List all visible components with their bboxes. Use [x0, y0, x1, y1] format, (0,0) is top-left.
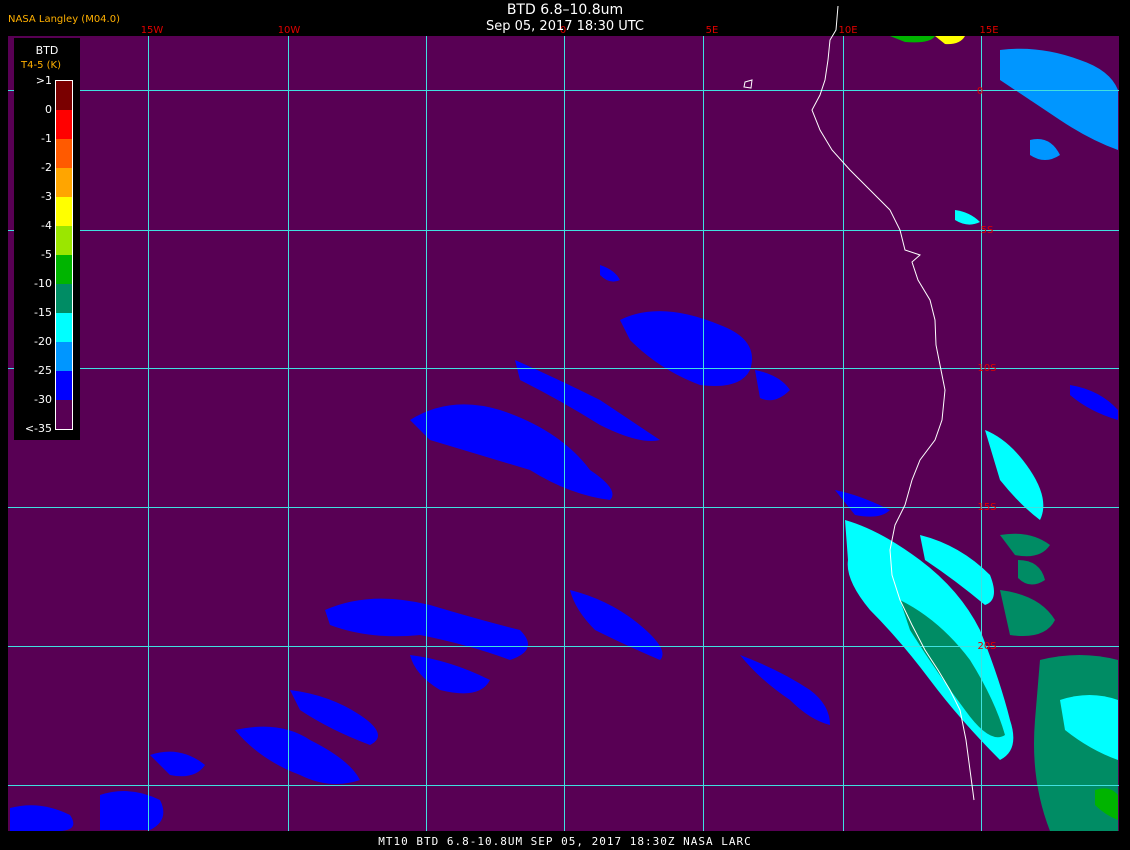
legend-tick-label: -15	[34, 306, 52, 319]
lat-label-15s: 15S	[977, 502, 996, 513]
image-datetime: Sep 05, 2017 18:30 UTC	[485, 19, 645, 34]
lat-label-0: 0	[977, 86, 983, 97]
map-background	[8, 36, 1119, 831]
legend-tick-label: <-35	[24, 422, 52, 435]
legend-tick-label: -5	[41, 248, 52, 261]
legend-tick-label: -10	[34, 277, 52, 290]
satellite-map: 15W 10W 0 5E 10E 15E 0 5S 10S 15S 20S	[8, 5, 1119, 831]
lat-label-10s: 10S	[977, 363, 996, 374]
legend-unit: T4-5 (K)	[21, 60, 61, 71]
legend-tick-label: -30	[34, 393, 52, 406]
legend-tick-label: 0	[45, 103, 52, 116]
lat-label-20s: 20S	[977, 641, 996, 652]
legend-tick-label: -25	[34, 364, 52, 377]
lat-label-5s: 5S	[981, 225, 994, 236]
legend-tick-label: -4	[41, 219, 52, 232]
legend-tick-label: -3	[41, 190, 52, 203]
footer-caption: MT10 BTD 6.8-10.8UM SEP 05, 2017 18:30Z …	[378, 835, 752, 848]
legend-tick-label: -20	[34, 335, 52, 348]
color-legend: BTD T4-5 (K) >1 0 -1 -2 -3 -4 -5 -10 -15 -20 -25 -3…	[14, 38, 80, 440]
legend-tick-label: -2	[41, 161, 52, 174]
legend-title: BTD	[35, 44, 59, 57]
legend-frame	[55, 80, 73, 430]
legend-tick-label: -1	[41, 132, 52, 145]
legend-tick-label: >1	[35, 74, 52, 87]
image-title: BTD 6.8–10.8um	[506, 2, 624, 18]
